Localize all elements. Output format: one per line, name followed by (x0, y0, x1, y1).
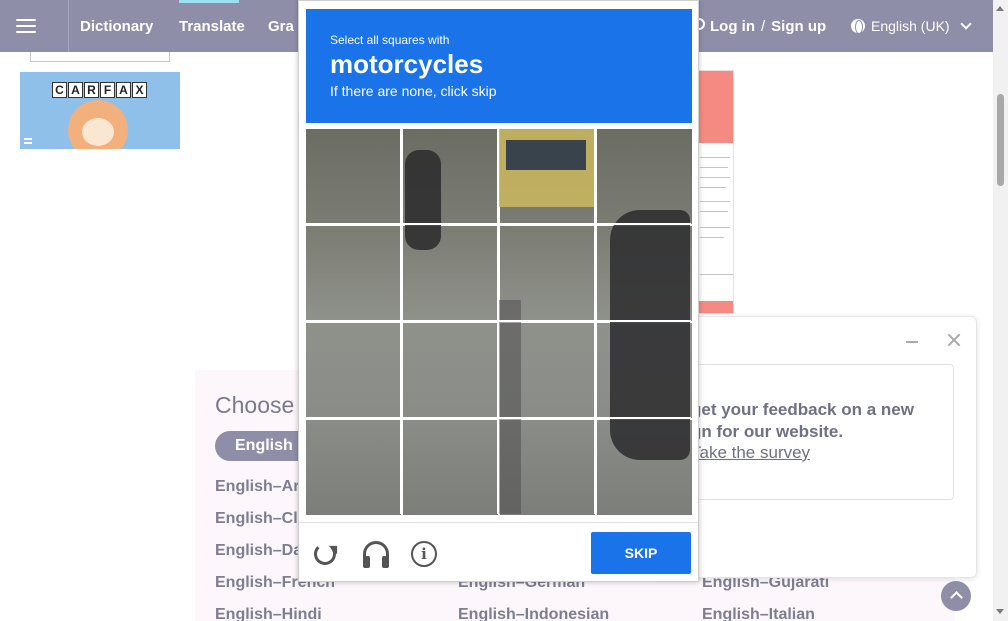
login-signup[interactable]: Log in / Sign up (690, 0, 826, 52)
nav-dictionary[interactable]: Dictionary (80, 0, 153, 52)
headphones-icon[interactable] (363, 541, 389, 568)
dict-link-english-hindi[interactable]: English–Hindi (215, 606, 322, 621)
login-link[interactable]: Log in (710, 18, 755, 35)
minimize-icon[interactable] (906, 341, 918, 343)
close-icon[interactable] (946, 332, 962, 348)
nav-grammar[interactable]: Gra (268, 0, 294, 52)
reload-icon[interactable] (314, 543, 336, 565)
captcha-tile[interactable] (306, 226, 401, 321)
language-label: English (UK) (871, 18, 950, 34)
feedback-message: get your feedback on a new gn for our we… (691, 400, 914, 441)
captcha-tile[interactable] (403, 323, 498, 418)
captcha-tile[interactable] (306, 323, 401, 418)
captcha-divider (299, 522, 698, 523)
feedback-panel: get your feedback on a new gn for our we… (655, 316, 977, 578)
ad-menu-icon[interactable] (24, 138, 32, 144)
scroll-down-arrow-icon[interactable] (996, 609, 1004, 614)
captcha-instruction: Select all squares with (330, 33, 450, 47)
motorcycle-rider-image-region (405, 150, 441, 250)
signup-link[interactable]: Sign up (771, 18, 826, 35)
carfax-ad[interactable]: C A R F A X (20, 52, 180, 149)
scroll-thumb[interactable] (997, 94, 1004, 186)
side-ad[interactable] (697, 70, 734, 314)
truck-windshield (506, 140, 586, 170)
header-divider (68, 0, 69, 52)
survey-link[interactable]: Take the survey (691, 443, 810, 463)
page-scrollbar[interactable] (993, 0, 1008, 621)
chevron-down-icon (959, 18, 972, 30)
section-title: Choose (215, 392, 295, 418)
scroll-up-arrow-icon[interactable] (996, 6, 1004, 11)
motorcycle-rider-image-region (610, 210, 690, 460)
globe-icon (851, 19, 865, 34)
fox-mascot-image (68, 100, 128, 149)
skip-button[interactable]: SKIP (591, 532, 691, 574)
menu-icon[interactable] (0, 0, 52, 52)
carfax-logo: C A R F A X (52, 82, 147, 98)
captcha-tile[interactable] (403, 420, 498, 515)
captcha-hint: If there are none, click skip (330, 83, 497, 99)
nav-translate[interactable]: Translate (179, 0, 245, 52)
scroll-to-top-button[interactable] (941, 581, 971, 611)
captcha-banner: Select all squares with motorcycles If t… (306, 9, 692, 123)
road-crack-image-region (497, 300, 521, 514)
captcha-tile[interactable] (306, 420, 401, 515)
captcha-target-object: motorcycles (330, 49, 484, 79)
dict-link-english-italian[interactable]: English–Italian (702, 606, 815, 621)
feedback-card: get your feedback on a new gn for our we… (676, 364, 954, 500)
info-icon[interactable]: i (411, 541, 437, 567)
dict-link-english-arabic[interactable]: English–Ar (215, 478, 299, 496)
dict-link-english-indonesian[interactable]: English–Indonesian (458, 606, 609, 621)
dict-link-english-danish[interactable]: English–Da (215, 542, 302, 560)
captcha-tile[interactable] (306, 129, 401, 224)
login-separator: / (761, 17, 766, 35)
dict-link-english-chinese[interactable]: English–Cl (215, 510, 298, 528)
language-selector[interactable]: English (UK) (851, 0, 972, 52)
